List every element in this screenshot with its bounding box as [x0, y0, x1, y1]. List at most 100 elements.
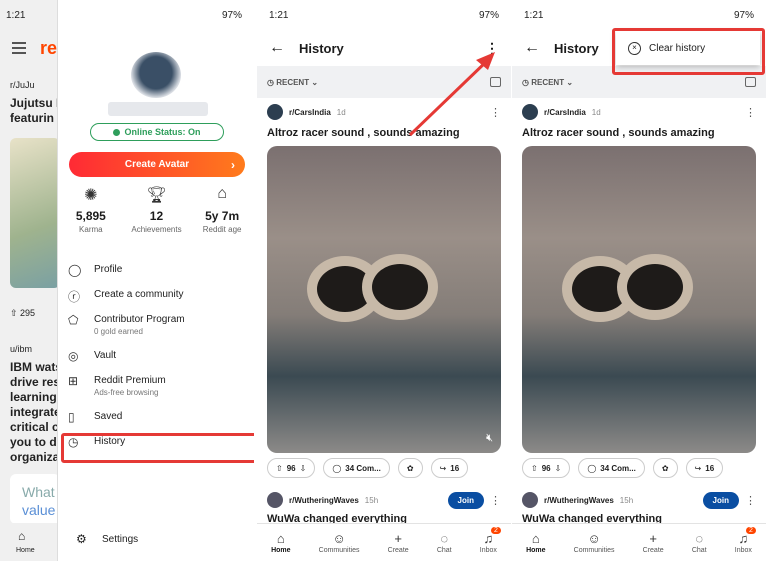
menu-item-vault[interactable]: ◎ Vault: [58, 346, 254, 371]
feed-text: IBM wats: [10, 360, 60, 374]
downvote-icon[interactable]: ⇩: [555, 464, 562, 473]
back-arrow-icon[interactable]: ←: [524, 39, 540, 57]
post-menu-icon[interactable]: ⋮: [745, 494, 756, 507]
downvote-icon[interactable]: ⇩: [300, 464, 307, 473]
inbox-badge: 2: [490, 527, 501, 534]
stat-karma[interactable]: ✺ 5,895 Karma: [61, 185, 121, 234]
stat-achievements[interactable]: 🏆︎ 12 Achievements: [126, 185, 186, 234]
page-title: History: [554, 40, 599, 56]
menu-item-profile[interactable]: ◯ Profile: [58, 260, 254, 285]
nav-chat[interactable]: ◌ Chat: [437, 531, 452, 554]
nav-communities[interactable]: ☺ Communities: [574, 531, 615, 554]
history-panel-menu-open: 1:21 97% ← History ◷ RECENT ⌄ r/CarsIndia…: [512, 0, 766, 561]
join-button[interactable]: Join: [447, 491, 484, 509]
subreddit-avatar[interactable]: [522, 104, 538, 120]
post-actions: ⇧ 96 ⇩ ◯ 34 Com... ✿ ↪ 16: [257, 453, 511, 483]
layout-toggle-icon[interactable]: [490, 77, 501, 87]
post-image[interactable]: [522, 146, 756, 453]
post-age: 15h: [364, 495, 379, 505]
post-title[interactable]: Altroz racer sound , sounds amazing: [257, 126, 511, 146]
menu-item-create-community[interactable]: ⓡ Create a community: [58, 285, 254, 310]
sort-filter[interactable]: ◷ RECENT ⌄: [257, 66, 511, 98]
subreddit-avatar[interactable]: [267, 104, 283, 120]
profile-stats: ✺ 5,895 Karma 🏆︎ 12 Achievements ⌂ 5y 7m Reddi…: [58, 185, 254, 234]
vote-pill[interactable]: ⇧ 96 ⇩: [267, 458, 316, 478]
mute-icon[interactable]: 🔇︎: [486, 432, 493, 445]
feed-text: learning: [10, 390, 57, 404]
status-battery: 97%: [221, 9, 242, 21]
menu-item-reddit-premium[interactable]: ⊞ Reddit Premium Ads-free browsing: [58, 371, 254, 407]
nav-home[interactable]: ⌂ Home: [271, 531, 290, 554]
award-button[interactable]: ✿: [397, 458, 423, 478]
upvote-icon[interactable]: ⇧: [276, 464, 283, 473]
post-title[interactable]: Altroz racer sound , sounds amazing: [512, 126, 766, 146]
post-header: r/WutheringWaves 15h Join ⋮: [257, 487, 511, 513]
post-menu-icon[interactable]: ⋮: [490, 494, 501, 507]
back-arrow-icon[interactable]: ←: [269, 39, 285, 57]
create-avatar-button[interactable]: Create Avatar ›: [69, 152, 245, 177]
feed-votes: ⇧ 295: [10, 308, 36, 318]
vote-pill[interactable]: ⇧ 96 ⇩: [522, 458, 571, 478]
chat-icon: ◌: [695, 531, 704, 546]
reddit-logo: re: [40, 38, 58, 58]
share-button[interactable]: ↪ 16: [685, 458, 724, 478]
home-icon[interactable]: ⌂: [18, 529, 25, 543]
share-icon: ↪: [694, 463, 702, 473]
status-time: 1:21: [6, 9, 26, 21]
upvote-icon[interactable]: ⇧: [531, 464, 538, 473]
post-header: r/CarsIndia 1d ⋮: [512, 98, 766, 126]
post-subreddit[interactable]: r/CarsIndia: [544, 108, 586, 117]
hamburger-icon[interactable]: [12, 42, 26, 44]
post-subreddit[interactable]: r/WutheringWaves: [544, 496, 614, 505]
settings-item[interactable]: ⚙ Settings: [68, 532, 138, 546]
feed-image: [10, 138, 60, 288]
more-options-icon[interactable]: ⋮: [485, 40, 499, 57]
comments-button[interactable]: ◯ 34 Com...: [578, 458, 645, 478]
layout-toggle-icon[interactable]: [745, 77, 756, 87]
avatar[interactable]: [131, 52, 181, 98]
comment-icon: ◯: [332, 463, 342, 473]
background-nav: ⌂ Home: [0, 523, 60, 561]
feed-text: Jujutsu K: [10, 96, 60, 110]
post-menu-icon[interactable]: ⋮: [745, 106, 756, 119]
page-title: History: [299, 40, 344, 56]
trophy-icon: 🏆︎: [146, 187, 167, 204]
join-button[interactable]: Join: [702, 491, 739, 509]
plus-icon: +: [394, 531, 402, 546]
award-icon: ✿: [406, 463, 414, 473]
menu-item-saved[interactable]: ▯ Saved: [58, 407, 254, 432]
status-bar: 1:21 97%: [524, 9, 754, 21]
stat-reddit-age[interactable]: ⌂ 5y 7m Reddit age: [192, 185, 252, 234]
subreddit-avatar[interactable]: [522, 492, 538, 508]
nav-communities[interactable]: ☺ Communities: [319, 531, 360, 554]
nav-chat[interactable]: ◌ Chat: [692, 531, 707, 554]
bookmark-icon: ▯: [68, 410, 75, 424]
post-menu-icon[interactable]: ⋮: [490, 106, 501, 119]
feed-text: featurin: [10, 111, 55, 125]
home-icon: ⌂: [276, 531, 285, 546]
nav-create[interactable]: + Create: [643, 531, 664, 554]
menu-item-contributor-program[interactable]: ⬠ Contributor Program 0 gold earned: [58, 310, 254, 346]
status-bar: 1:21 97%: [269, 9, 499, 21]
post-subreddit[interactable]: r/CarsIndia: [289, 108, 331, 117]
drawer-panel: 1:21 re r/JuJu Jujutsu K featurin ⇧ 295 …: [0, 0, 254, 561]
nav-inbox[interactable]: ♫ Inbox 2: [735, 527, 756, 554]
nav-inbox[interactable]: ♫ Inbox 2: [480, 527, 501, 554]
home-label: Home: [16, 547, 35, 554]
post-actions: ⇧ 96 ⇩ ◯ 34 Com... ✿ ↪ 16: [512, 453, 766, 483]
post-image[interactable]: 🔇︎: [267, 146, 501, 453]
share-button[interactable]: ↪ 16: [430, 458, 469, 478]
online-status-badge[interactable]: Online Status: On: [90, 123, 224, 141]
nav-create[interactable]: + Create: [388, 531, 409, 554]
post-subreddit[interactable]: r/WutheringWaves: [289, 496, 359, 505]
feed-text: critical c: [10, 420, 59, 434]
comments-button[interactable]: ◯ 34 Com...: [323, 458, 390, 478]
chat-icon: ◌: [440, 531, 449, 546]
nav-home[interactable]: ⌂ Home: [526, 531, 545, 554]
award-button[interactable]: ✿: [652, 458, 678, 478]
subreddit-avatar[interactable]: [267, 492, 283, 508]
bottom-nav: ⌂ Home ☺ Communities + Create ◌ Chat ♫ Inbox 2: [512, 523, 766, 561]
karma-icon: ✺: [84, 187, 98, 204]
award-icon: ✿: [661, 463, 669, 473]
chevron-down-icon: ⌄: [564, 77, 574, 87]
